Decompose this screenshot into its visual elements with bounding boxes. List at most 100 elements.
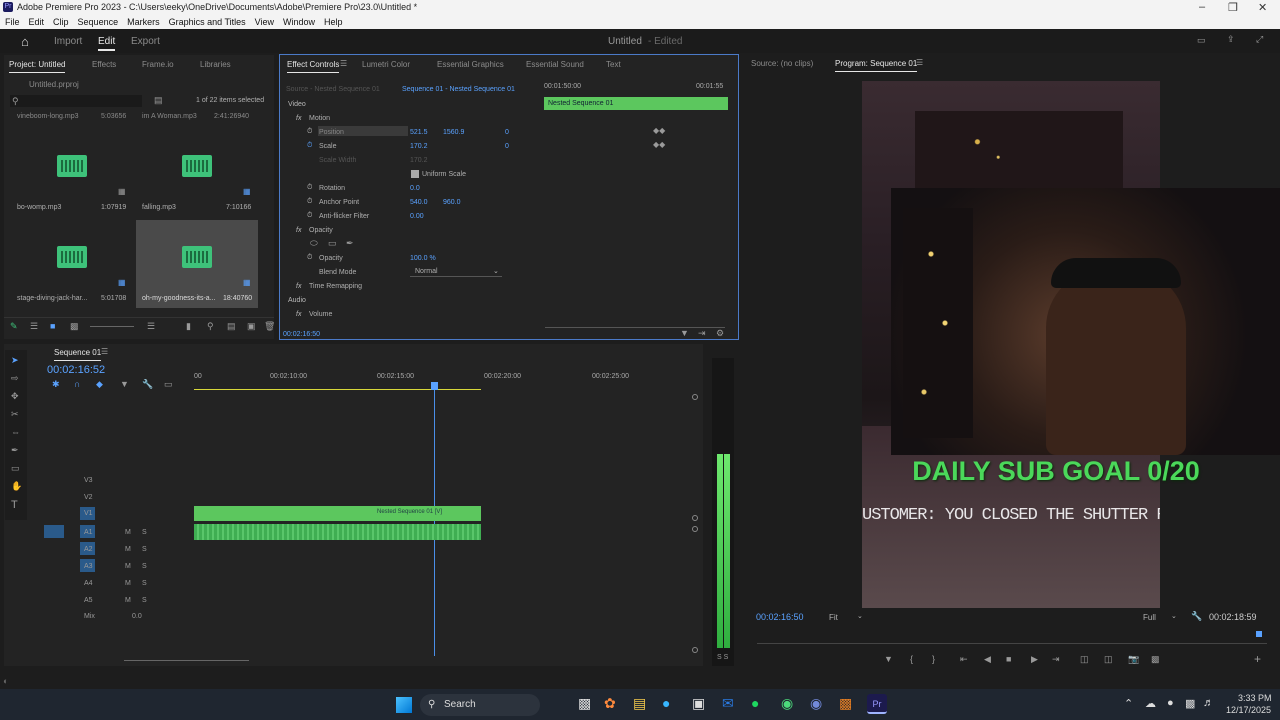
audio-thumb[interactable] — [57, 246, 87, 268]
spotify-icon[interactable]: ● — [751, 695, 759, 711]
playhead-marker[interactable] — [1256, 631, 1262, 637]
linked-selection-icon[interactable]: ◆ — [96, 380, 103, 389]
tray-chevron-icon[interactable]: ⌃ — [1124, 697, 1133, 710]
wrench-icon[interactable]: 🔧 — [1191, 612, 1202, 621]
solo-button[interactable]: S — [142, 546, 147, 553]
minimize-icon[interactable]: – — [1199, 1, 1205, 13]
mute-button[interactable]: M — [125, 546, 131, 553]
track-label[interactable]: A2 — [84, 546, 93, 553]
anchor-y[interactable]: 960.0 — [443, 199, 461, 206]
tab-libraries[interactable]: Libraries — [200, 60, 231, 69]
tab-lumetri[interactable]: Lumetri Color — [362, 60, 410, 69]
mute-button[interactable]: M — [125, 529, 131, 536]
pen-tool-icon[interactable]: ✒ — [11, 446, 19, 455]
new-bin-icon[interactable]: ▤ — [227, 322, 236, 331]
tab-sequence[interactable]: Sequence 01 — [54, 348, 102, 361]
tab-source[interactable]: Source: (no clips) — [751, 59, 813, 68]
audio-thumb[interactable] — [182, 246, 212, 268]
onedrive-icon[interactable]: ☁ — [1145, 697, 1156, 710]
audio-clip[interactable] — [194, 524, 481, 540]
menu-file[interactable]: File — [5, 17, 20, 27]
pen-mask-icon[interactable]: ✒ — [346, 239, 354, 248]
stopwatch-icon[interactable]: ⏱ — [307, 184, 312, 192]
menu-sequence[interactable]: Sequence — [78, 17, 119, 27]
ripple-edit-icon[interactable]: ✥ — [11, 392, 19, 401]
store-icon[interactable]: ▣ — [692, 695, 705, 712]
mute-button[interactable]: M — [125, 597, 131, 604]
menu-view[interactable]: View — [255, 17, 274, 27]
taskbar-time[interactable]: 3:33 PM — [1238, 693, 1272, 703]
solo-button[interactable]: S — [142, 529, 147, 536]
tab-effects[interactable]: Effects — [92, 60, 116, 69]
vscroll-handle[interactable] — [692, 394, 698, 400]
selection-tool-icon[interactable]: ➤ — [11, 356, 19, 365]
vscroll-handle[interactable] — [692, 526, 698, 532]
icon-view-icon[interactable]: ■ — [50, 322, 55, 331]
tab-project[interactable]: Project: Untitled — [9, 60, 66, 73]
comparison-view-icon[interactable]: ▩ — [1151, 655, 1160, 664]
restore-icon[interactable]: ❐ — [1228, 1, 1238, 14]
bin-icon[interactable]: ▤ — [154, 96, 163, 105]
keyframe-icon[interactable]: ◆◆ — [653, 127, 665, 135]
tab-frameio[interactable]: Frame.io — [142, 60, 174, 69]
hand-tool-icon[interactable]: ✋ — [11, 482, 22, 491]
app-icon[interactable]: ▩ — [839, 695, 852, 712]
add-button-icon[interactable]: + — [1254, 653, 1261, 665]
anchor-x[interactable]: 540.0 — [410, 199, 428, 206]
copilot-icon[interactable]: ✿ — [604, 695, 616, 712]
find-icon[interactable]: ⚲ — [207, 322, 214, 331]
hscroll-bar[interactable] — [124, 660, 249, 661]
volume-icon[interactable]: ♬ — [1203, 697, 1214, 709]
track-label[interactable]: V2 — [84, 494, 93, 501]
tab-essential-graphics[interactable]: Essential Graphics — [437, 60, 504, 69]
stopwatch-icon[interactable]: ⏱ — [307, 254, 312, 262]
project-search[interactable] — [10, 95, 142, 107]
file-explorer-icon[interactable]: ▤ — [633, 695, 646, 712]
meter-solo[interactable]: S S — [717, 654, 728, 661]
fullscreen-icon[interactable]: ⤢ — [1256, 35, 1263, 44]
position-x[interactable]: 521.5 — [410, 129, 428, 136]
stopwatch-icon[interactable]: ⏱ — [307, 198, 312, 206]
windows-start-icon[interactable] — [396, 697, 412, 713]
pencil-icon[interactable]: ✎ — [10, 322, 18, 331]
task-view-icon[interactable]: ▩ — [578, 695, 591, 712]
vscroll-handle[interactable] — [692, 647, 698, 653]
track-label[interactable]: V3 — [84, 477, 93, 484]
mute-button[interactable]: M — [125, 563, 131, 570]
rectangle-tool-icon[interactable]: ▭ — [11, 464, 20, 473]
overwrite-icon[interactable]: ◫ — [1104, 655, 1113, 664]
scale-value[interactable]: 170.2 — [410, 143, 428, 150]
app-icon[interactable]: ◉ — [781, 695, 793, 712]
stopwatch-icon[interactable]: ⏱ — [307, 128, 312, 136]
workspaces-icon[interactable]: ▭ — [1197, 36, 1206, 45]
menu-clip[interactable]: Clip — [53, 17, 69, 27]
step-forward-icon[interactable]: ▶ — [1031, 655, 1038, 664]
mute-button[interactable]: M — [125, 580, 131, 587]
mix-value[interactable]: 0.0 — [132, 613, 142, 620]
audio-thumb[interactable] — [57, 155, 87, 177]
track-label[interactable]: A4 — [84, 580, 93, 587]
filter-icon[interactable]: ▼ — [680, 329, 689, 338]
opacity-value[interactable]: 100.0 % — [410, 255, 436, 262]
menu-help[interactable]: Help — [324, 17, 343, 27]
automate-icon[interactable]: ▮ — [186, 322, 191, 331]
sequence-selector[interactable]: Sequence 01 - Nested Sequence 01 — [402, 86, 515, 93]
menu-window[interactable]: Window — [283, 17, 315, 27]
panel-menu-icon[interactable]: ☰ — [916, 59, 923, 67]
keyframe-icon[interactable]: ◆◆ — [653, 141, 665, 149]
delete-icon[interactable]: 🗑 — [264, 322, 275, 331]
panel-menu-icon[interactable]: ☰ — [101, 348, 108, 356]
export-tab[interactable]: Export — [131, 36, 160, 47]
snap-icon[interactable]: ∩ — [74, 380, 80, 389]
track-label[interactable]: A5 — [84, 597, 93, 604]
zoom-slider[interactable] — [90, 326, 134, 327]
antiflicker-value[interactable]: 0.00 — [410, 213, 424, 220]
uniform-scale-checkbox[interactable] — [411, 170, 419, 178]
taskbar-search[interactable] — [420, 694, 540, 716]
add-marker-icon[interactable]: ▼ — [884, 655, 893, 664]
stop-icon[interactable]: ■ — [1006, 655, 1011, 664]
mark-out-icon[interactable]: } — [932, 655, 935, 664]
go-to-in-icon[interactable]: ⇤ — [960, 655, 968, 664]
add-marker-icon[interactable]: ▼ — [120, 380, 129, 389]
import-tab[interactable]: Import — [54, 36, 82, 47]
